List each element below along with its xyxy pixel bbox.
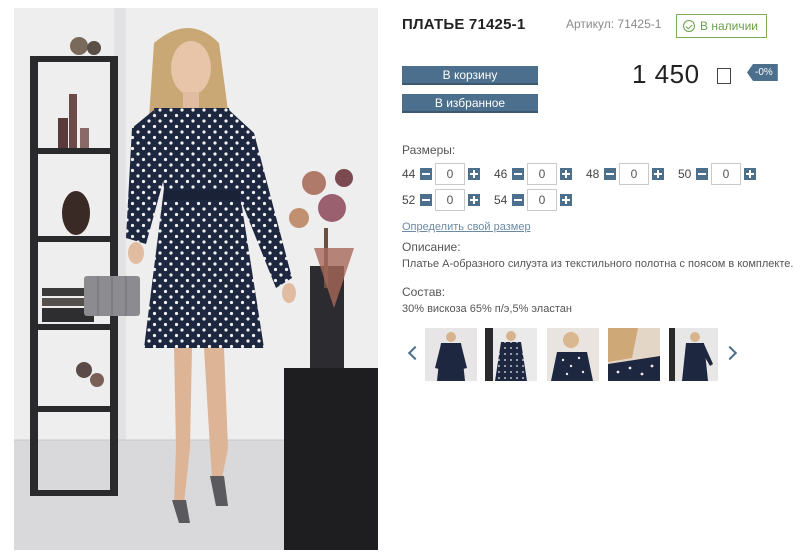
size-label: 54 [494,193,508,207]
quantity-input-52[interactable] [435,189,465,211]
stock-status: В наличии [700,19,759,33]
size-row-44: 44 [402,163,480,185]
size-row-52: 52 [402,189,480,211]
minus-icon[interactable] [604,168,616,180]
size-row-46: 46 [494,163,572,185]
quantity-input-48[interactable] [619,163,649,185]
product-main-photo[interactable] [14,8,378,550]
size-row-50: 50 [678,163,756,185]
gallery-thumbnail[interactable] [485,328,537,381]
gallery-thumbnail[interactable] [608,328,660,381]
chevron-left-icon[interactable] [407,345,423,361]
discount-badge: -0% [747,64,778,81]
plus-icon[interactable] [744,168,756,180]
price-value: 1 450 [632,59,700,89]
add-to-cart-button[interactable]: В корзину [402,66,538,85]
gallery-thumbnail[interactable] [547,328,599,381]
minus-icon[interactable] [420,194,432,206]
minus-icon[interactable] [512,194,524,206]
size-label: 46 [494,167,508,181]
thumbnail-image [608,328,660,381]
size-label: 44 [402,167,416,181]
quantity-input-46[interactable] [527,163,557,185]
add-to-favorites-button[interactable]: В избранное [402,94,538,113]
thumbnail-image [425,328,477,381]
stock-badge: В наличии [676,14,768,38]
size-row-54: 54 [494,189,572,211]
plus-icon[interactable] [652,168,664,180]
plus-icon[interactable] [560,194,572,206]
thumbnail-image [547,328,599,381]
size-help-link[interactable]: Определить свой размер [402,221,531,233]
sizes-label: Размеры: [402,143,456,157]
chevron-right-icon[interactable] [722,345,738,361]
composition-text: 30% вискоза 65% п/э,5% эластан [402,303,572,315]
thumbnail-image [485,328,537,381]
sku-label: Артикул: 71425-1 [566,17,662,31]
size-row-48: 48 [586,163,664,185]
size-label: 50 [678,167,692,181]
ruble-icon [717,68,731,84]
size-label: 52 [402,193,416,207]
size-label: 48 [586,167,600,181]
plus-icon[interactable] [468,168,480,180]
description-text: Платье А-образного силуэта из текстильно… [402,258,794,270]
quantity-input-54[interactable] [527,189,557,211]
product-title: ПЛАТЬЕ 71425-1 [402,16,526,33]
plus-icon[interactable] [560,168,572,180]
product-photo-illustration [14,8,378,550]
plus-icon[interactable] [468,194,480,206]
composition-label: Состав: [402,285,446,299]
minus-icon[interactable] [696,168,708,180]
quantity-input-44[interactable] [435,163,465,185]
check-circle-icon [683,20,695,32]
minus-icon[interactable] [420,168,432,180]
description-label: Описание: [402,240,461,254]
gallery-thumbnail[interactable] [425,328,477,381]
gallery-thumbnail[interactable] [669,328,718,381]
thumbnail-image [669,328,718,381]
minus-icon[interactable] [512,168,524,180]
quantity-input-50[interactable] [711,163,741,185]
